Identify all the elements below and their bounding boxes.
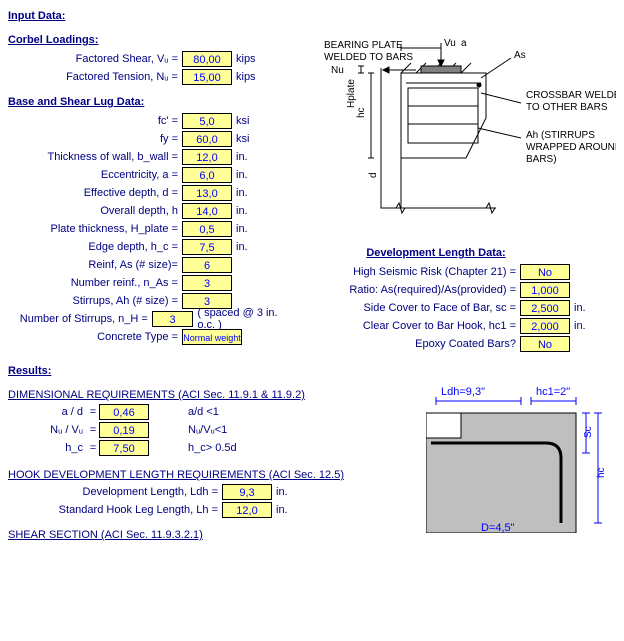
nh-value[interactable]: 3 <box>152 311 193 327</box>
results-heading: Results: <box>8 365 616 377</box>
diag-vu-label: Vu <box>444 38 456 49</box>
ctype-label: Concrete Type = <box>8 331 182 343</box>
nu-unit: kips <box>236 71 264 83</box>
hplate-value[interactable]: 0,5 <box>182 221 232 237</box>
input-data-heading: Input Data: <box>8 10 616 22</box>
ecc-label: Eccentricity, a = <box>8 169 182 181</box>
sc-value[interactable]: 2,500 <box>520 300 570 316</box>
base-shear-heading: Base and Shear Lug Data: <box>8 96 286 108</box>
diag-hplate-label: Hplate <box>346 79 357 108</box>
lh-label: Standard Hook Leg Length, Lh = <box>8 504 222 516</box>
epoxy-label: Epoxy Coated Bars? <box>286 338 520 350</box>
fc-value[interactable]: 5,0 <box>182 113 232 129</box>
d-label: Effective depth, d = <box>8 187 182 199</box>
bwall-label: Thickness of wall, b_wall = <box>8 151 182 163</box>
eq-sign: = <box>87 424 99 436</box>
diag-as-label: As <box>514 50 526 61</box>
reinf-label: Reinf, As (# size)= <box>8 259 182 271</box>
ctype-value[interactable]: Normal weight <box>182 329 242 345</box>
nuvu-label: Nᵤ / Vᵤ <box>8 424 87 436</box>
nh-label: Number of Stirrups, n_H = <box>8 313 152 325</box>
hplate-unit: in. <box>236 223 264 235</box>
nuvu-check: Nᵤ/Vᵤ<1 <box>188 424 227 436</box>
nas-value[interactable]: 3 <box>182 275 232 291</box>
reinf-value[interactable]: 6 <box>182 257 232 273</box>
hc-value[interactable]: 7,5 <box>182 239 232 255</box>
nh-note: ( spaced @ 3 in. o.c. ) <box>197 307 286 331</box>
ecc-value[interactable]: 6,0 <box>182 167 232 183</box>
fy-unit: ksi <box>236 133 264 145</box>
epoxy-value[interactable]: No <box>520 336 570 352</box>
ldh-value: 9,3 <box>222 484 272 500</box>
dim-req-heading: DIMENSIONAL REQUIREMENTS (ACI Sec. 11.9.… <box>8 389 426 401</box>
d-value[interactable]: 13,0 <box>182 185 232 201</box>
diag2-hc: hc <box>596 467 607 478</box>
diag-d-label: d <box>368 172 379 178</box>
vu-value[interactable]: 80,00 <box>182 51 232 67</box>
diag-ah2: WRAPPED AROUND <box>526 142 616 153</box>
h-value[interactable]: 14,0 <box>182 203 232 219</box>
ratio-value[interactable]: 1,000 <box>520 282 570 298</box>
fc-label: fc' = <box>8 115 182 127</box>
rhc-check: h_c> 0.5d <box>188 442 237 454</box>
hc-label: Edge depth, h_c = <box>8 241 182 253</box>
h-label: Overall depth, h <box>8 205 182 217</box>
nuvu-value: 0,19 <box>99 422 149 438</box>
diag-crossbar2: TO OTHER BARS <box>526 102 608 113</box>
sc-unit: in. <box>574 302 602 314</box>
diag-bearing-label: BEARING PLATE <box>324 40 403 51</box>
hc1-label: Clear Cover to Bar Hook, hc1 = <box>286 320 520 332</box>
ad-check: a/d <1 <box>188 406 219 418</box>
vu-label: Factored Shear, Vᵤ = <box>8 53 182 65</box>
vu-unit: kips <box>236 53 264 65</box>
fy-label: fy = <box>8 133 182 145</box>
dev-length-heading: Development Length Data: <box>306 247 566 259</box>
eq-sign: = <box>87 406 99 418</box>
diag2-ldh: Ldh=9,3" <box>441 386 485 398</box>
diag2-hc1: hc1=2" <box>536 386 570 398</box>
nas-label: Number reinf., n_As = <box>8 277 182 289</box>
ldh-unit: in. <box>276 486 304 498</box>
diag-hc-label: hc <box>356 107 367 118</box>
diag-nu-label: Nu <box>331 65 344 76</box>
hc1-value[interactable]: 2,000 <box>520 318 570 334</box>
lh-unit: in. <box>276 504 304 516</box>
ratio-label: Ratio: As(required)/As(provided) = <box>286 284 520 296</box>
nu-label: Factored Tension, Nᵤ = <box>8 71 182 83</box>
corbel-loadings-heading: Corbel Loadings: <box>8 34 286 46</box>
nu-value[interactable]: 15,00 <box>182 69 232 85</box>
ldh-label: Development Length, Ldh = <box>8 486 222 498</box>
diag2-sc: Sc <box>583 426 594 438</box>
rhc-label: h_c <box>8 442 87 454</box>
fy-value[interactable]: 60,0 <box>182 131 232 147</box>
diag-ah3: BARS) <box>526 154 557 165</box>
diag-crossbar1: CROSSBAR WELDED <box>526 90 616 101</box>
ad-label: a / d <box>8 406 87 418</box>
diag-welded-label: WELDED TO BARS <box>324 52 413 63</box>
bwall-value[interactable]: 12,0 <box>182 149 232 165</box>
hook-diagram: Ldh=9,3" hc1=2" <box>426 383 616 533</box>
h-unit: in. <box>236 205 264 217</box>
hook-dev-heading: HOOK DEVELOPMENT LENGTH REQUIREMENTS (AC… <box>8 469 426 481</box>
seismic-label: High Seismic Risk (Chapter 21) = <box>286 266 520 278</box>
hc-unit: in. <box>236 241 264 253</box>
diag2-d: D=4,5" <box>481 522 515 533</box>
shear-section-heading: SHEAR SECTION (ACI Sec. 11.9.3.2.1) <box>8 529 426 541</box>
eq-sign: = <box>87 442 99 454</box>
ecc-unit: in. <box>236 169 264 181</box>
lh-value: 12,0 <box>222 502 272 518</box>
hplate-label: Plate thickness, H_plate = <box>8 223 182 235</box>
sc-label: Side Cover to Face of Bar, sc = <box>286 302 520 314</box>
ad-value: 0,46 <box>99 404 149 420</box>
seismic-value[interactable]: No <box>520 264 570 280</box>
hc1-unit: in. <box>574 320 602 332</box>
corbel-diagram: BEARING PLATE WELDED TO BARS Nu Vu a As … <box>286 38 616 238</box>
bwall-unit: in. <box>236 151 264 163</box>
d-unit: in. <box>236 187 264 199</box>
stirrups-label: Stirrups, Ah (# size) = <box>8 295 182 307</box>
rhc-value: 7,50 <box>99 440 149 456</box>
diag-ah1: Ah (STIRRUPS <box>526 130 595 141</box>
fc-unit: ksi <box>236 115 264 127</box>
diag-a-label: a <box>461 38 467 49</box>
